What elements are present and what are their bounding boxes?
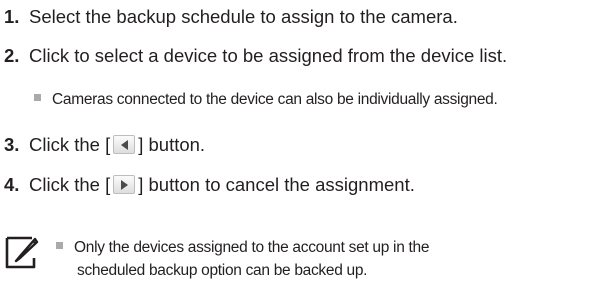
note-line-2: scheduled backup option can be backed up… xyxy=(77,262,368,279)
step-text: Select the backup schedule to assign to … xyxy=(29,6,458,27)
step-number: 3. xyxy=(4,134,20,155)
step-1: 1. Select the backup schedule to assign t… xyxy=(4,5,458,29)
step-number: 2. xyxy=(4,45,20,66)
step-number: 4. xyxy=(4,174,20,195)
step-3: 3. Click the [ ] button. xyxy=(4,133,205,157)
sub-bullet-item: Cameras connected to the device can also… xyxy=(34,89,498,111)
note-line-1: Only the devices assigned to the account… xyxy=(74,239,430,256)
bullet-square-icon xyxy=(56,242,63,249)
step-4: 4. Click the [ ] button to cancel the assi… xyxy=(4,173,415,197)
step-text: Click to select a device to be assigned … xyxy=(29,45,508,66)
right-arrow-icon xyxy=(121,180,129,190)
step-number: 1. xyxy=(4,6,20,27)
step-2: 2. Click to select a device to be assigne… xyxy=(4,44,507,68)
note-pencil-icon xyxy=(5,236,39,269)
step-text-after: ] button to cancel the assignment. xyxy=(138,174,415,195)
move-left-button xyxy=(113,135,136,154)
step-text-before: Click the [ xyxy=(29,134,111,155)
bullet-square-icon xyxy=(34,94,41,101)
move-right-button xyxy=(113,175,136,194)
step-text-after: ] button. xyxy=(138,134,206,155)
sub-bullet-text: Cameras connected to the device can also… xyxy=(52,91,498,108)
left-arrow-icon xyxy=(121,140,129,150)
note-text: Only the devices assigned to the account… xyxy=(56,236,429,282)
step-text-before: Click the [ xyxy=(29,174,111,195)
manual-page: 1. Select the backup schedule to assign t… xyxy=(0,0,609,289)
